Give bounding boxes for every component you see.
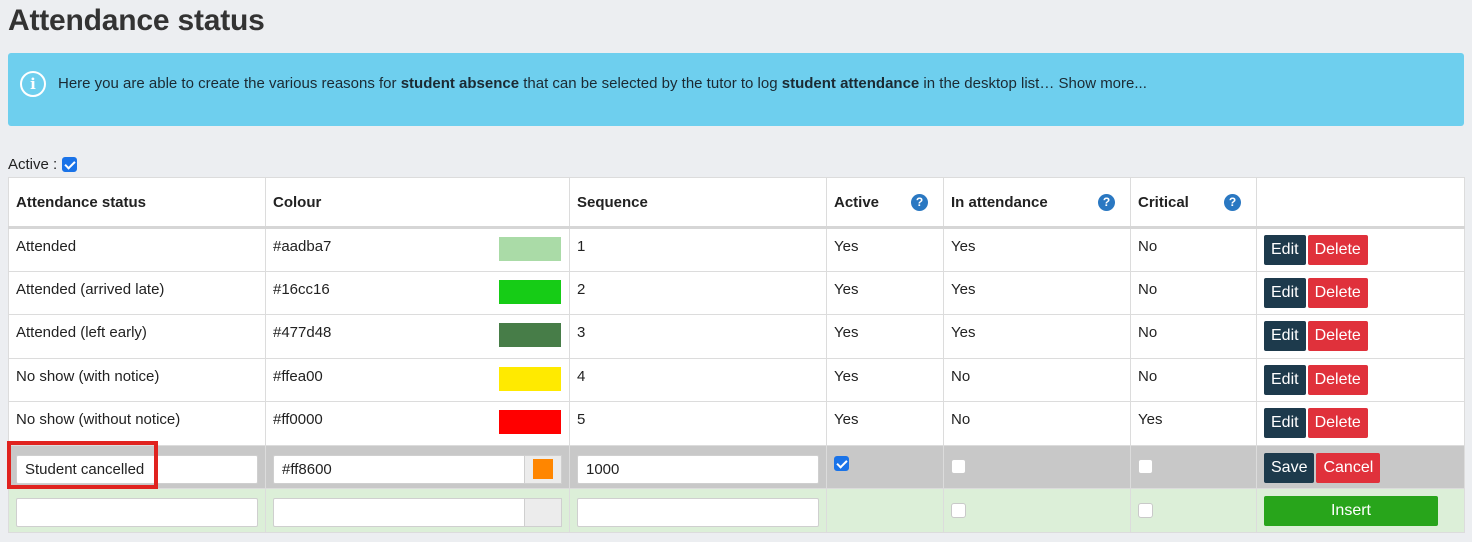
page-title: Attendance status — [8, 4, 265, 37]
cell-active: Yes — [826, 357, 944, 402]
cell-sequence: 2 — [569, 270, 827, 315]
cell-critical: No — [1130, 314, 1257, 359]
table-row: No show (without notice) #ff0000 5 Yes No Yes… — [8, 401, 1465, 446]
cell-colour: #ff0000 — [273, 411, 323, 428]
edit-button[interactable]: Edit — [1264, 321, 1306, 351]
new-colour-input[interactable] — [273, 498, 525, 527]
header-actions — [1256, 177, 1465, 229]
cell-active: Yes — [826, 401, 944, 446]
colour-picker-button[interactable] — [525, 454, 562, 484]
table-row: Attended #aadba7 1 Yes Yes No Edit Delete — [8, 227, 1465, 272]
cell-in-attendance: Yes — [943, 227, 1131, 272]
cell-colour: #aadba7 — [273, 238, 332, 255]
edit-button[interactable]: Edit — [1264, 277, 1306, 308]
info-text: Here you are able to create the various … — [58, 75, 1147, 92]
critical-checkbox[interactable] — [1138, 459, 1153, 475]
colour-swatch — [499, 366, 561, 391]
cell-status: Attended (arrived late) — [8, 270, 266, 315]
table-row: Attended (left early) #477d48 3 Yes Yes No Edi… — [8, 314, 1465, 359]
new-critical-checkbox[interactable] — [1138, 502, 1153, 518]
edit-button[interactable]: Edit — [1264, 408, 1306, 438]
cell-in-attendance: Yes — [943, 314, 1131, 359]
header-active: Active? — [826, 177, 944, 229]
insert-button[interactable]: Insert — [1264, 496, 1438, 526]
active-filter: Active : — [8, 156, 78, 173]
cell-active: Yes — [826, 227, 944, 272]
cancel-button[interactable]: Cancel — [1316, 452, 1381, 483]
status-name-input[interactable] — [16, 454, 258, 484]
new-status-name-input[interactable] — [16, 498, 258, 527]
delete-button[interactable]: Delete — [1307, 321, 1368, 351]
colour-swatch — [499, 279, 561, 304]
question-circle-icon[interactable]: ? — [1098, 193, 1115, 211]
active-checkbox[interactable] — [834, 456, 849, 472]
cell-active: Yes — [826, 314, 944, 359]
header-colour: Colour — [265, 177, 570, 229]
cell-colour: #477d48 — [273, 324, 332, 341]
new-sequence-input[interactable] — [577, 498, 819, 527]
cell-status: No show (with notice) — [8, 357, 266, 402]
info-icon: i — [20, 71, 46, 97]
table-row: Attended (arrived late) #16cc16 2 Yes Yes No E… — [8, 270, 1465, 315]
cell-status: No show (without notice) — [8, 401, 266, 446]
new-colour-picker-button[interactable] — [525, 498, 562, 527]
delete-button[interactable]: Delete — [1307, 364, 1368, 395]
colour-input[interactable] — [273, 454, 525, 484]
sequence-input[interactable] — [577, 454, 819, 484]
delete-button[interactable]: Delete — [1307, 235, 1368, 265]
cell-colour: #ffea00 — [273, 367, 323, 385]
cell-critical: Yes — [1130, 401, 1257, 446]
cell-critical: No — [1130, 270, 1257, 315]
edit-row: SaveCancel — [8, 444, 1465, 489]
delete-button[interactable]: Delete — [1307, 277, 1368, 308]
cell-sequence: 1 — [569, 227, 827, 272]
colour-swatch — [499, 323, 561, 347]
attendance-status-table: Attendance status Colour Sequence Active… — [8, 177, 1465, 533]
colour-preview-swatch — [533, 459, 553, 479]
in-attendance-checkbox[interactable] — [951, 459, 966, 475]
cell-critical: No — [1130, 357, 1257, 402]
delete-button[interactable]: Delete — [1307, 408, 1368, 438]
question-circle-icon[interactable]: ? — [1224, 193, 1241, 211]
table-row: No show (with notice) #ffea00 4 Yes No No Edit… — [8, 357, 1465, 402]
header-critical: Critical? — [1130, 177, 1257, 229]
cell-status: Attended (left early) — [8, 314, 266, 359]
cell-critical: No — [1130, 227, 1257, 272]
question-circle-icon[interactable]: ? — [911, 193, 928, 211]
cell-sequence: 4 — [569, 357, 827, 402]
cell-in-attendance: No — [943, 357, 1131, 402]
cell-status: Attended — [8, 227, 266, 272]
colour-swatch — [499, 237, 561, 261]
table-header-row: Attendance status Colour Sequence Active… — [8, 177, 1465, 229]
active-filter-label: Active : — [8, 156, 58, 173]
cell-colour: #16cc16 — [273, 280, 330, 298]
cell-in-attendance: No — [943, 401, 1131, 446]
save-button[interactable]: Save — [1264, 452, 1315, 483]
header-in-attendance: In attendance? — [943, 177, 1131, 229]
cell-sequence: 5 — [569, 401, 827, 446]
info-banner: i Here you are able to create the variou… — [8, 53, 1464, 126]
edit-button[interactable]: Edit — [1264, 235, 1306, 265]
active-filter-checkbox[interactable] — [62, 157, 78, 172]
cell-active: Yes — [826, 270, 944, 315]
colour-swatch — [499, 410, 561, 434]
new-in-attendance-checkbox[interactable] — [951, 502, 966, 518]
cell-in-attendance: Yes — [943, 270, 1131, 315]
cell-sequence: 3 — [569, 314, 827, 359]
header-sequence: Sequence — [569, 177, 827, 229]
edit-button[interactable]: Edit — [1264, 364, 1306, 395]
insert-row: Insert — [8, 488, 1465, 533]
header-attendance-status: Attendance status — [8, 177, 266, 229]
